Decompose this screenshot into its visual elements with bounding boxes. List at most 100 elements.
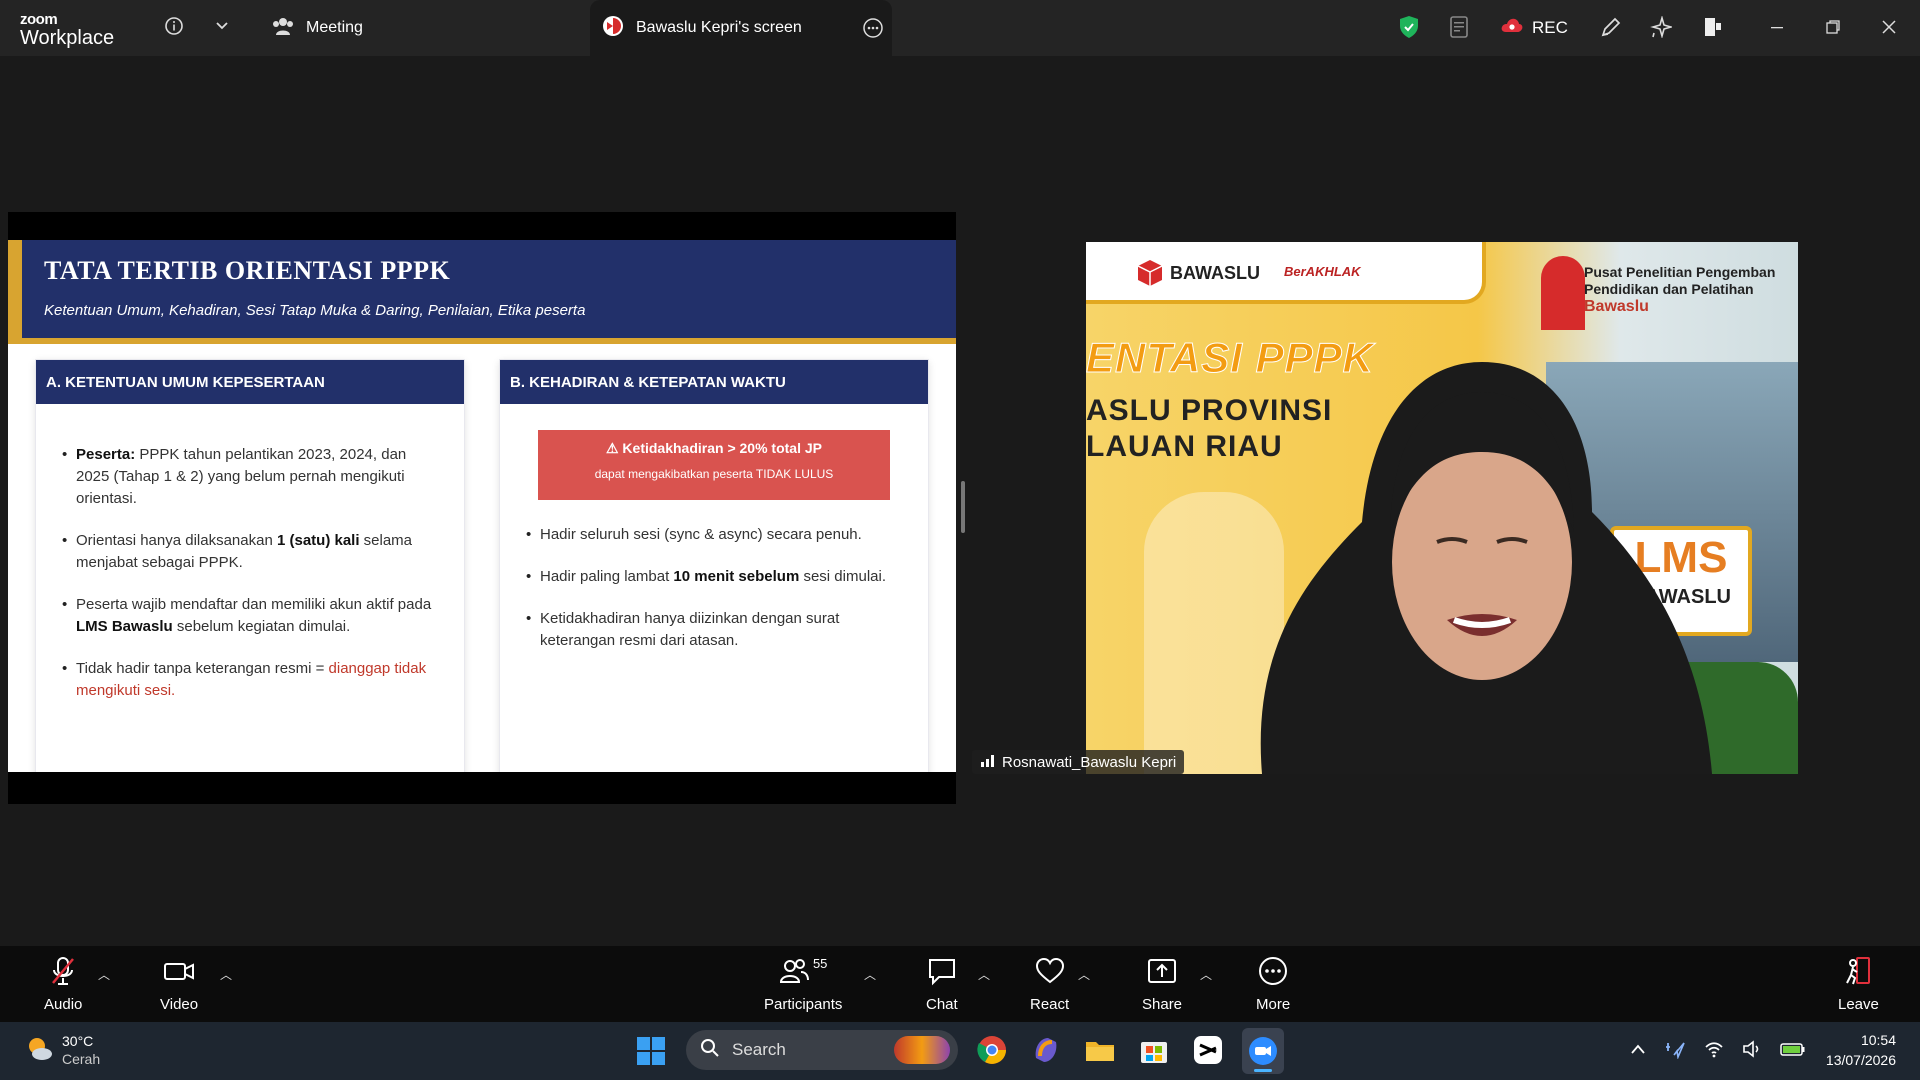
tray-chevron-up-icon[interactable] xyxy=(1630,1042,1646,1060)
bullet-text: Hadir seluruh sesi (sync & async) secara… xyxy=(540,526,862,543)
copilot-icon[interactable] xyxy=(1030,1034,1062,1071)
pusat-text: Pusat Penelitian Pengemban Pendidikan da… xyxy=(1584,264,1775,315)
bullet-text: Ketidakhadiran hanya diizinkan dengan su… xyxy=(540,610,840,649)
bullet-bold: Peserta: xyxy=(76,446,136,463)
ai-companion-icon[interactable] xyxy=(1648,14,1674,40)
signal-strength-icon xyxy=(980,753,996,771)
notes-icon[interactable] xyxy=(1446,14,1472,40)
chat-options-caret-icon[interactable]: ︿ xyxy=(978,966,990,983)
zoom-app-icon xyxy=(1249,1037,1277,1065)
column-a-list: Peserta: PPPK tahun pelantikan 2023, 202… xyxy=(36,404,464,702)
minimize-icon[interactable] xyxy=(1764,14,1790,40)
share-button[interactable]: Share xyxy=(1142,956,1182,1013)
chevron-down-icon[interactable] xyxy=(210,14,234,38)
participants-button[interactable]: 55 Participants xyxy=(764,956,842,1013)
tab-meeting-label: Meeting xyxy=(306,19,363,36)
bawaslu-logo: BAWASLU xyxy=(1136,258,1260,288)
windows-start-icon[interactable] xyxy=(636,1036,666,1071)
bullet-text: Tidak hadir tanpa keterangan resmi = xyxy=(76,660,329,677)
bullet-text: Hadir paling lambat xyxy=(540,568,674,585)
brand-small: zoom xyxy=(20,11,58,28)
windows-taskbar: 30°C Cerah Search 10:54 13/07/2026 xyxy=(0,1022,1920,1080)
more-button[interactable]: More xyxy=(1256,956,1290,1013)
share-options-caret-icon[interactable]: ︿ xyxy=(1200,966,1212,983)
tab-screen-share[interactable]: Bawaslu Kepri's screen xyxy=(590,0,892,56)
meeting-toolbar: Audio ︿ Video ︿ 55 Participants ︿ Chat ︿… xyxy=(0,946,1920,1022)
view-layout-icon[interactable] xyxy=(1700,14,1726,40)
video-label: Video xyxy=(160,996,199,1013)
list-item: Peserta: PPPK tahun pelantikan 2023, 202… xyxy=(62,444,442,510)
system-tray xyxy=(1630,1022,1806,1080)
active-app-indicator xyxy=(1254,1069,1272,1072)
participant-name-tag: Rosnawati_Bawaslu Kepri xyxy=(972,750,1185,774)
column-b-list: Hadir seluruh sesi (sync & async) secara… xyxy=(500,500,928,652)
more-label: More xyxy=(1256,996,1291,1013)
leave-door-icon xyxy=(1843,956,1873,990)
audio-button[interactable]: Audio xyxy=(44,956,82,1013)
list-item: Orientasi hanya dilaksanakan 1 (satu) ka… xyxy=(62,530,442,574)
column-b: B. KEHADIRAN & KETEPATAN WAKTU ⚠ Ketidak… xyxy=(500,360,928,772)
participants-options-caret-icon[interactable]: ︿ xyxy=(864,966,876,983)
video-options-caret-icon[interactable]: ︿ xyxy=(220,966,232,983)
microsoft-store-icon[interactable] xyxy=(1138,1034,1170,1071)
participant-person xyxy=(1260,362,1712,774)
warning-subtitle: dapat mengakibatkan peserta TIDAK LULUS xyxy=(594,467,834,481)
video-button[interactable]: Video xyxy=(160,956,198,1013)
tab-meeting[interactable]: Meeting xyxy=(272,0,363,56)
encryption-shield-icon[interactable] xyxy=(1396,14,1422,40)
microphone-muted-icon xyxy=(49,956,77,990)
react-button[interactable]: React xyxy=(1030,956,1069,1013)
list-item: Hadir seluruh sesi (sync & async) secara… xyxy=(526,524,906,546)
weather-sun-cloud-icon xyxy=(24,1033,54,1068)
restore-icon[interactable] xyxy=(1820,14,1846,40)
column-b-heading: B. KEHADIRAN & KETEPATAN WAKTU xyxy=(500,360,928,404)
warning-title: ⚠ Ketidakhadiran > 20% total JP xyxy=(605,440,822,456)
berakhlak-text: BerAKHLAK xyxy=(1284,264,1361,279)
bawaslu-text: BAWASLU xyxy=(1170,262,1260,283)
pusat-logo-icon xyxy=(1541,256,1585,330)
bullet-text: sesi dimulai. xyxy=(799,568,886,585)
react-options-caret-icon[interactable]: ︿ xyxy=(1078,966,1090,983)
chrome-icon[interactable] xyxy=(976,1034,1008,1071)
bullet-text: Peserta wajib mendaftar dan memiliki aku… xyxy=(76,596,432,613)
split-view-handle[interactable] xyxy=(961,481,965,533)
weather-widget[interactable]: 30°C Cerah xyxy=(24,1032,100,1068)
taskbar-search-box[interactable]: Search xyxy=(686,1030,958,1070)
list-item: Ketidakhadiran hanya diizinkan dengan su… xyxy=(526,608,906,652)
more-options-icon[interactable] xyxy=(862,17,884,44)
shared-screen: TATA TERTIB ORIENTASI PPPK Ketentuan Umu… xyxy=(8,212,956,804)
bawaslu-logo-icon xyxy=(602,15,624,42)
participant-video[interactable]: BAWASLU BerAKHLAK Pusat Penelitian Penge… xyxy=(1086,242,1798,774)
info-icon[interactable] xyxy=(162,14,186,38)
weather-condition: Cerah xyxy=(62,1051,101,1067)
pusat-line-3: Bawaslu xyxy=(1584,298,1649,315)
capcut-icon[interactable] xyxy=(1192,1034,1224,1071)
search-highlight-icon xyxy=(894,1036,950,1064)
zoom-taskbar-button[interactable] xyxy=(1242,1028,1284,1074)
chat-button[interactable]: Chat xyxy=(926,956,958,1013)
participants-count: 55 xyxy=(812,956,828,971)
weather-temp: 30°C xyxy=(62,1033,94,1049)
slide-title: TATA TERTIB ORIENTASI PPPK xyxy=(44,256,451,285)
record-button[interactable]: REC xyxy=(1500,16,1568,39)
list-item: Peserta wajib mendaftar dan memiliki aku… xyxy=(62,594,442,638)
clock[interactable]: 10:54 13/07/2026 xyxy=(1800,1030,1896,1070)
leave-button[interactable]: Leave xyxy=(1838,956,1879,1013)
list-item: Hadir paling lambat 10 menit sebelum ses… xyxy=(526,566,906,588)
participant-name: Rosnawati_Bawaslu Kepri xyxy=(1002,753,1177,771)
close-icon[interactable] xyxy=(1876,14,1902,40)
file-explorer-icon[interactable] xyxy=(1084,1034,1116,1071)
bullet-text: Orientasi hanya dilaksanakan xyxy=(76,532,277,549)
participants-label: Participants xyxy=(764,996,843,1013)
annotate-icon[interactable] xyxy=(1598,14,1624,40)
slide-header: TATA TERTIB ORIENTASI PPPK Ketentuan Umu… xyxy=(8,240,956,344)
audio-options-caret-icon[interactable]: ︿ xyxy=(98,966,110,983)
react-label: React xyxy=(1030,996,1070,1013)
video-camera-icon xyxy=(163,956,195,990)
wifi-icon[interactable] xyxy=(1704,1040,1724,1063)
volume-icon[interactable] xyxy=(1742,1039,1762,1063)
column-a-heading: A. KETENTUAN UMUM KEPESERTAAN xyxy=(36,360,464,404)
location-mic-icon[interactable] xyxy=(1664,1039,1686,1064)
bullet-bold: 10 menit sebelum xyxy=(673,568,800,585)
bullet-bold: LMS Bawaslu xyxy=(76,618,173,635)
